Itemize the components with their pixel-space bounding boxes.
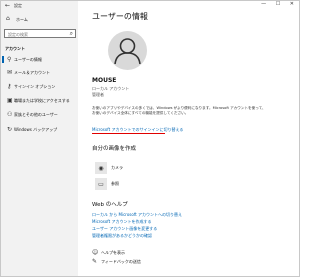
main-content: — ☐ ✕ ユーザーの情報 MOUSE ローカル アカウント 管理者 お使いのア… <box>92 0 300 277</box>
help-link[interactable]: 管理者権限があるかどうかの確認 <box>92 233 152 238</box>
user-name: MOUSE <box>92 77 117 84</box>
key-icon: ⚷ <box>7 83 12 90</box>
sidebar-item-work-school[interactable]: ▣ 職場または学校にアクセスする <box>1 95 78 106</box>
get-help-label: ヘルプを表示 <box>101 250 125 255</box>
camera-label: カメラ <box>111 165 123 170</box>
sync-icon: ↻ <box>7 126 13 133</box>
section-title: アカウント <box>5 46 25 51</box>
browse-option[interactable]: ▭ 参照 <box>92 178 132 190</box>
help-icon: ☺ <box>92 249 99 256</box>
highlight-underline <box>92 133 165 134</box>
sidebar-item-signin-options[interactable]: ⚷ サインイン オプション <box>1 81 78 92</box>
switch-to-microsoft-account-link[interactable]: Microsoft アカウントでのサインインに切り替える <box>92 127 183 132</box>
search-input[interactable]: 設定の検索 ⌕ <box>4 29 76 38</box>
avatar <box>108 31 147 70</box>
sidebar-item-backup[interactable]: ↻ Windows バックアップ <box>1 124 78 135</box>
people-icon: ⚇ <box>7 111 13 118</box>
sidebar: ← 設定 ⌂ ホーム 設定の検索 ⌕ アカウント ⚲ ユーザーの情報 ✉ メール… <box>1 1 78 276</box>
sidebar-item-user-info[interactable]: ⚲ ユーザーの情報 <box>1 54 78 65</box>
sidebar-item-label: サインイン オプション <box>14 84 56 89</box>
picture-heading: 自分の画像を作成 <box>92 146 137 152</box>
camera-option[interactable]: ◉ カメラ <box>92 162 132 174</box>
sidebar-item-label: メール＆アカウント <box>14 70 50 75</box>
user-icon: ⚲ <box>7 56 12 63</box>
sidebar-item-mail[interactable]: ✉ メール＆アカウント <box>1 67 78 78</box>
home-icon: ⌂ <box>6 15 10 22</box>
selected-indicator <box>2 56 4 63</box>
browse-label: 参照 <box>111 181 119 186</box>
search-icon[interactable]: ⌕ <box>70 30 73 37</box>
home-label: ホーム <box>16 17 28 22</box>
user-avatar-icon <box>114 38 141 65</box>
help-link[interactable]: ローカル から Microsoft アカウントへの切り替え <box>92 212 182 217</box>
folder-icon: ▭ <box>95 178 107 190</box>
page-title: ユーザーの情報 <box>92 12 148 21</box>
window-controls[interactable]: — ☐ ✕ <box>261 1 298 7</box>
camera-icon: ◉ <box>95 162 107 174</box>
help-link[interactable]: Microsoft アカウントを作成する <box>92 219 151 224</box>
briefcase-icon: ▣ <box>7 97 13 104</box>
account-role: 管理者 <box>92 92 104 97</box>
account-description: お使いのアプリやデバイスの多くでは、Windows がより便利になります。Mic… <box>92 106 266 115</box>
sidebar-item-label: 家族とその他のユーザー <box>14 112 58 117</box>
account-type: ローカル アカウント <box>92 86 130 91</box>
sidebar-item-family[interactable]: ⚇ 家族とその他のユーザー <box>1 109 78 120</box>
sidebar-item-label: ユーザーの情報 <box>14 57 42 62</box>
sidebar-item-label: 職場または学校にアクセスする <box>14 98 70 103</box>
window-title: 設定 <box>14 3 22 8</box>
home-button[interactable]: ⌂ ホーム <box>3 15 76 23</box>
feedback-icon: ✎ <box>92 258 98 265</box>
help-link[interactable]: ユーザー アカウント画像を変更する <box>92 226 157 231</box>
sidebar-item-label: Windows バックアップ <box>14 127 58 132</box>
back-arrow-icon[interactable]: ← <box>5 2 10 9</box>
help-heading: Web のヘルプ <box>92 202 128 208</box>
mail-icon: ✉ <box>7 69 13 76</box>
search-placeholder: 設定の検索 <box>8 32 28 37</box>
title-bar: ← 設定 <box>1 1 78 11</box>
feedback-label: フィードバックの送信 <box>101 259 141 264</box>
